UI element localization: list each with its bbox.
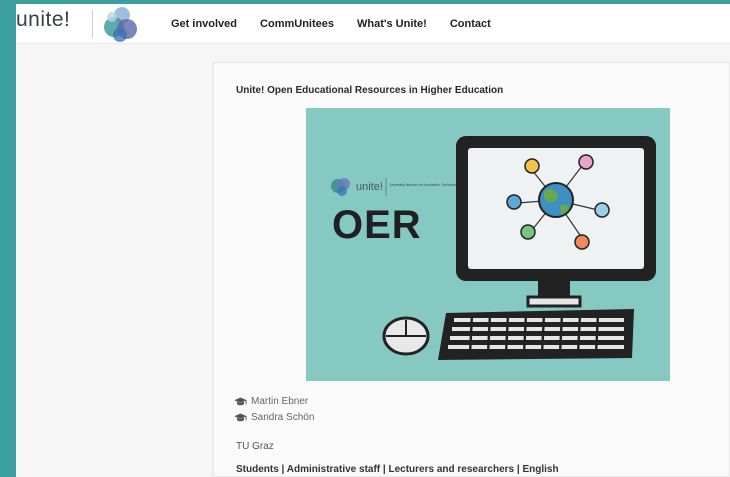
graduation-cap-icon xyxy=(234,413,247,421)
nav-communitees[interactable]: CommUnitees xyxy=(260,18,334,30)
author-name[interactable]: Martin Ebner xyxy=(251,396,308,407)
nav-whats-unite[interactable]: What's Unite! xyxy=(357,18,427,30)
author-item: Martin Ebner xyxy=(234,396,308,407)
logo-wordmark: unite! xyxy=(16,8,71,31)
thumbnail-logo-text: unite! xyxy=(356,181,383,193)
site-logo[interactable]: unite! xyxy=(16,4,137,44)
author-name[interactable]: Sandra Schön xyxy=(251,412,314,423)
page: unite! Get involved CommUnitees What's U… xyxy=(16,4,730,477)
nav-get-involved[interactable]: Get involved xyxy=(171,18,237,30)
top-navigation-bar: unite! Get involved CommUnitees What's U… xyxy=(16,4,730,44)
main-nav: Get involved CommUnitees What's Unite! C… xyxy=(171,4,514,44)
resource-title[interactable]: Unite! Open Educational Resources in Hig… xyxy=(236,85,503,96)
thumbnail-heading: OER xyxy=(332,203,422,247)
resource-card: Unite! Open Educational Resources in Hig… xyxy=(213,62,730,477)
mouse-drawing xyxy=(382,316,430,356)
nav-contact[interactable]: Contact xyxy=(450,18,491,30)
author-item: Sandra Schön xyxy=(234,412,314,423)
audience-tags: Students | Administrative staff | Lectur… xyxy=(236,464,559,475)
unite-logo-icon xyxy=(104,7,137,42)
keyboard-drawing xyxy=(438,309,634,360)
oer-illustration: unite! University Network for Innovation… xyxy=(306,108,670,381)
resource-thumbnail[interactable]: unite! University Network for Innovation… xyxy=(306,108,670,381)
monitor-drawing xyxy=(456,136,656,308)
graduation-cap-icon xyxy=(234,397,247,405)
institution: TU Graz xyxy=(236,441,274,452)
logo-divider xyxy=(92,10,93,38)
